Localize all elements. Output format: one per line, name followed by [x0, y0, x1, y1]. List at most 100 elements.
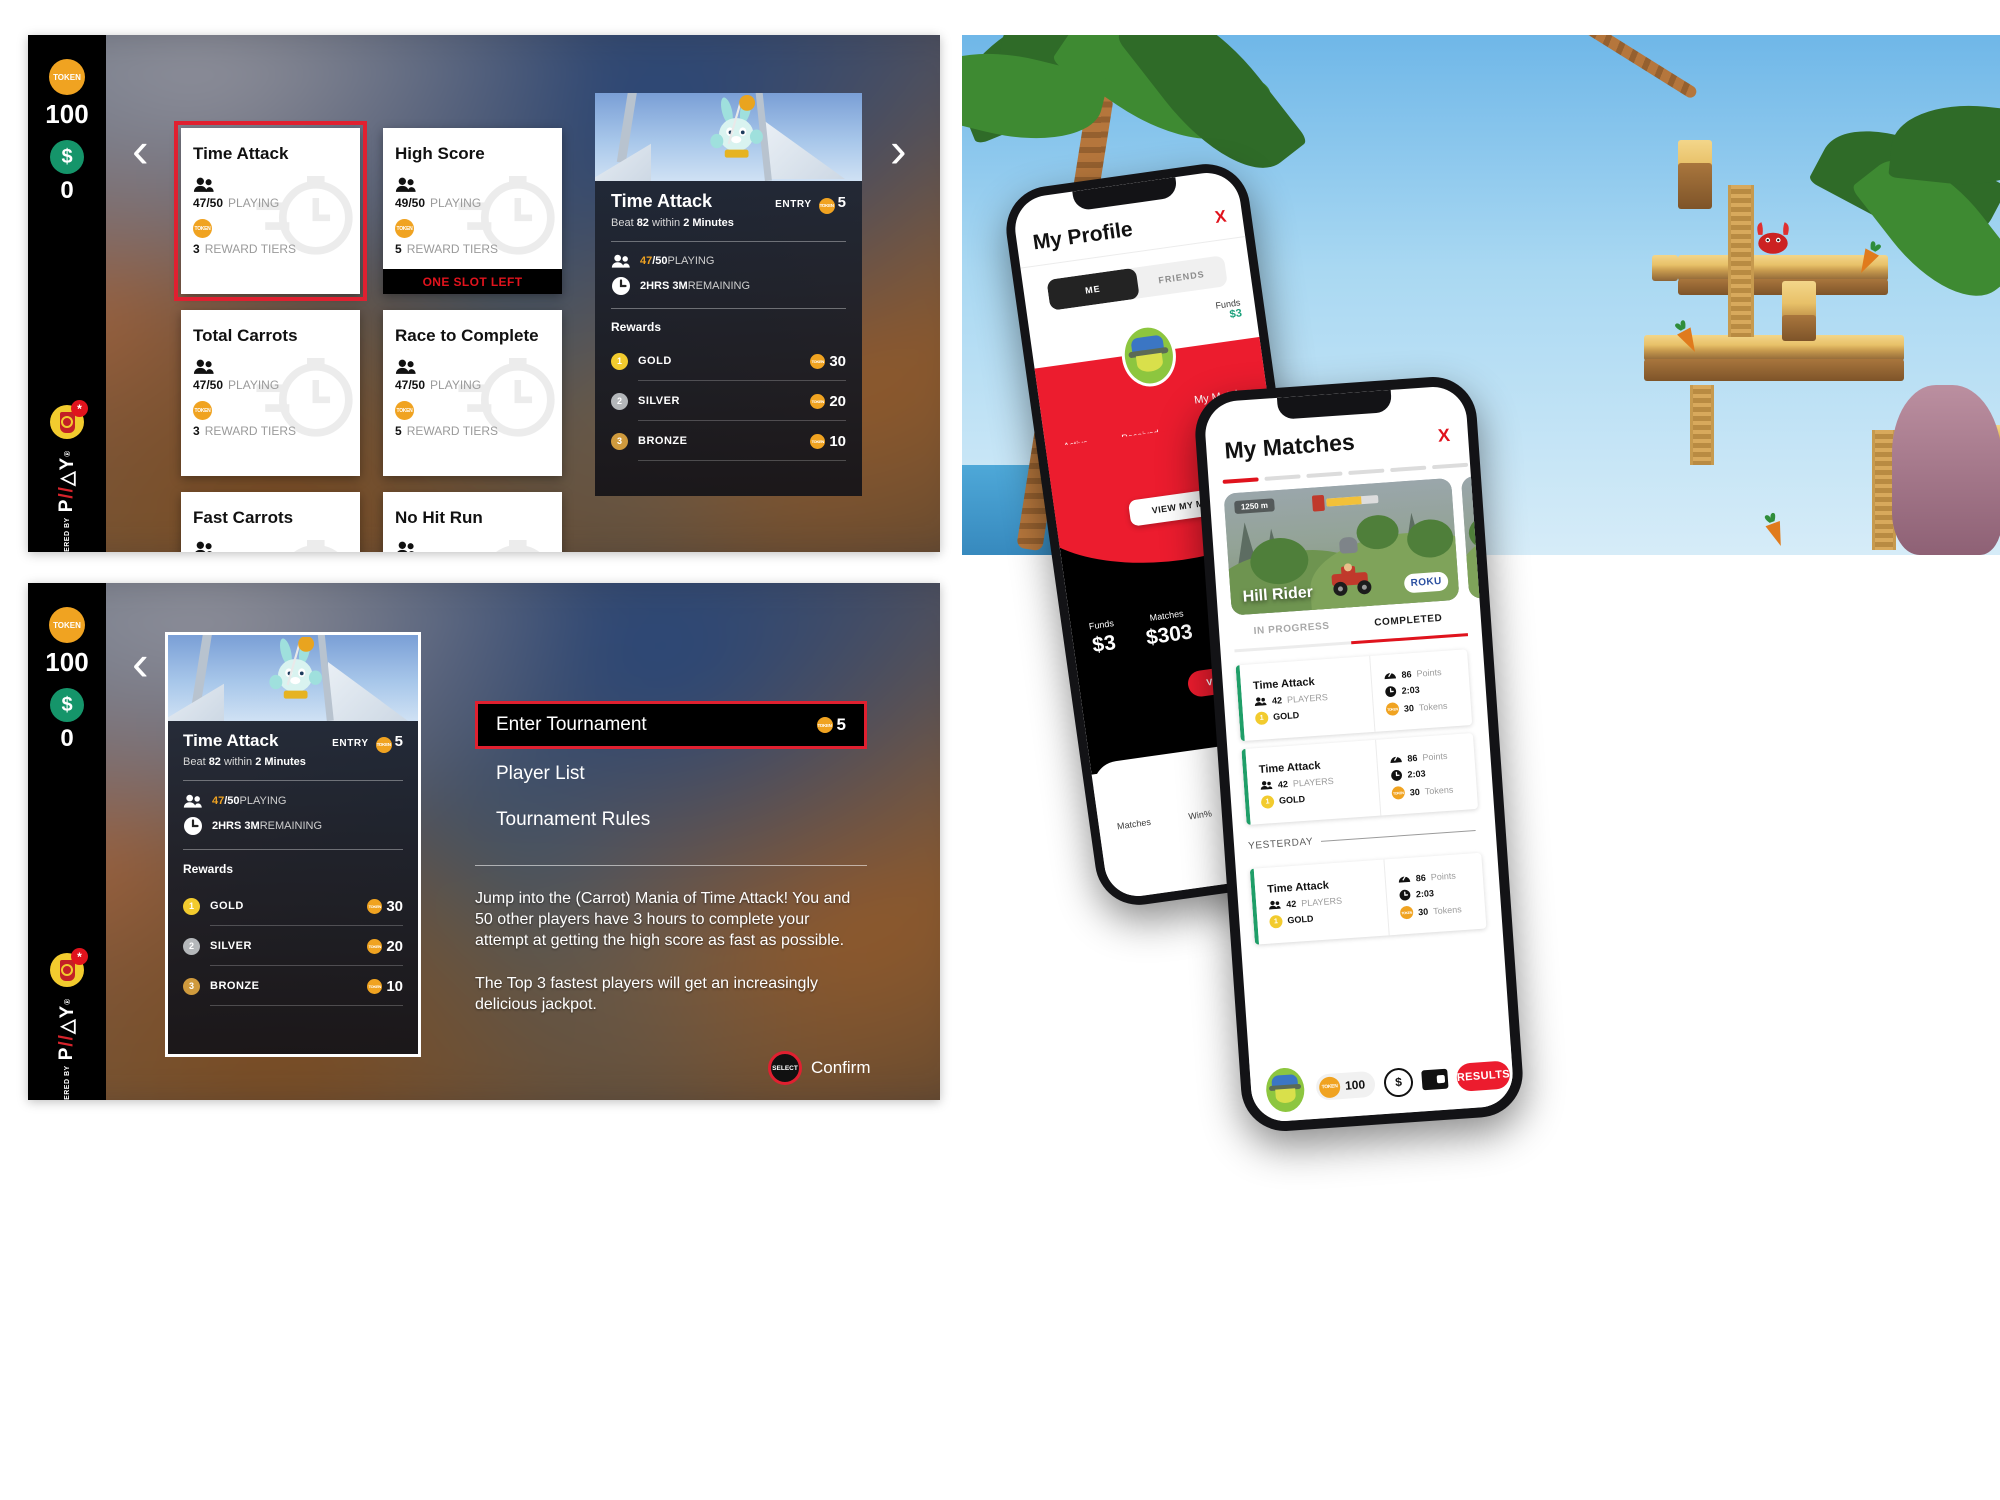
players-icon	[193, 359, 214, 374]
coin-swap-icon[interactable]: $	[1383, 1066, 1414, 1098]
clock-icon	[184, 816, 202, 835]
menu-back-button[interactable]: ‹	[132, 638, 149, 688]
notification-dot: *	[71, 948, 88, 965]
detail-entry-cost: 5	[837, 194, 846, 211]
detail-players-stat: 47/50 PLAYING	[611, 254, 846, 268]
carousel-dot[interactable]	[1348, 468, 1385, 476]
menu-item-label: Tournament Rules	[496, 809, 651, 830]
detail-players-stat: 47/50 PLAYING	[183, 794, 403, 808]
match-points: 86 Points	[1389, 748, 1475, 765]
tournament-card-race-to-complete[interactable]: Race to Complete 47/50 PLAYING TOKEN 5 R…	[383, 310, 562, 476]
token-icon: TOKEN	[367, 938, 383, 954]
players-icon	[395, 359, 416, 374]
reward-row-bronze: 3 BRONZE TOKEN 10	[183, 977, 403, 995]
token-balance-icon: TOKEN	[49, 607, 85, 643]
browse-sidebar: TOKEN 100 $ 0 * POWERED BY P//△Y ®	[28, 35, 106, 552]
carousel-dot[interactable]	[1306, 471, 1343, 478]
tab-in-progress[interactable]: IN PROGRESS	[1233, 619, 1350, 638]
reward-amount: 30	[829, 352, 846, 370]
match-points: 86 Points	[1397, 868, 1483, 885]
cash-balance-value: 0	[60, 725, 74, 752]
reward-amount: 20	[829, 392, 846, 410]
carousel-dot[interactable]	[1432, 462, 1469, 470]
page-title: My Profile	[1031, 217, 1135, 255]
powered-by-play-logo: POWERED BY P//△Y ®	[28, 450, 106, 552]
platform-badge-roku[interactable]: ROKU	[1403, 571, 1449, 594]
token-balance-pill[interactable]: TOKEN 100	[1315, 1070, 1376, 1101]
match-time: 2:03	[1384, 680, 1470, 698]
achievements-badge[interactable]: *	[28, 400, 106, 439]
carousel-dot[interactable]	[1264, 474, 1301, 481]
menu-item-player-list[interactable]: Player List	[475, 753, 867, 795]
wallet-icon[interactable]	[1421, 1068, 1449, 1091]
token-icon: TOKEN	[1399, 905, 1414, 920]
card-title: Total Carrots	[193, 326, 298, 345]
token-balance-value: 100	[45, 99, 89, 129]
tournament-card-high-score[interactable]: High Score 49/50 PLAYING TOKEN 5 REWARD …	[383, 128, 562, 294]
reward-amount: 10	[829, 432, 846, 450]
speedometer-icon	[1398, 875, 1411, 883]
token-icon: TOKEN	[810, 393, 826, 409]
match-row[interactable]: Time Attack 42 PLAYERS 1 GOLD 86 Points …	[1235, 649, 1473, 742]
phone-my-matches: My Matches X 1250 m Hill Rider ROKU IN P…	[1192, 374, 1526, 1134]
registered-mark: ®	[62, 449, 72, 457]
tv-browse-screen: TOKEN 100 $ 0 * POWERED BY P//△Y ® ‹ › T…	[28, 35, 940, 552]
ladder	[1690, 385, 1714, 465]
close-icon[interactable]: X	[1437, 424, 1450, 446]
carousel-prev-button[interactable]: ‹	[132, 125, 149, 175]
powered-by-label: POWERED BY	[63, 1065, 71, 1100]
rank-badge: 1	[1269, 914, 1283, 929]
detail-rewards-heading: Rewards	[183, 861, 234, 876]
game-card-hill-rider[interactable]: 1250 m Hill Rider ROKU	[1223, 477, 1460, 616]
tab-me[interactable]: ME	[1046, 267, 1140, 311]
reward-tier-label: SILVER	[638, 395, 680, 407]
platform-dirt	[1782, 315, 1816, 341]
card-players-count: 47/50	[193, 196, 224, 210]
menu-sidebar: TOKEN 100 $ 0 * POWERED BY P//△Y ®	[28, 583, 106, 1100]
players-icon	[397, 541, 414, 552]
tournament-card-total-carrots[interactable]: Total Carrots 47/50 PLAYING TOKEN 3 REWA…	[181, 310, 360, 476]
tournament-hero-image	[168, 635, 418, 721]
confirm-action[interactable]: SELECT Confirm	[768, 1051, 871, 1085]
carousel-dot[interactable]	[1390, 465, 1427, 473]
detail-entry-cost: 5	[394, 733, 403, 750]
detail-objective: Beat 82 within 2 Minutes	[183, 755, 306, 768]
match-row[interactable]: Time Attack 42 PLAYERS 1 GOLD 86 Points …	[1241, 733, 1479, 826]
match-row[interactable]: Time Attack 42 PLAYERS 1 GOLD 86 Points …	[1249, 852, 1487, 945]
carousel-dot-active[interactable]	[1222, 477, 1259, 484]
detail-entry-label: ENTRY	[332, 738, 369, 749]
day-separator: YESTERDAY	[1248, 825, 1476, 852]
tournament-description-paragraph-2: The Top 3 fastest players will get an in…	[475, 975, 818, 1014]
results-button[interactable]: RESULTS	[1455, 1060, 1512, 1092]
detail-rewards-heading: Rewards	[611, 319, 662, 334]
tournament-card-no-hit-run[interactable]: No Hit Run 47/50 PLAYING	[383, 492, 562, 552]
card-title: High Score	[395, 144, 485, 163]
menu-item-enter-tournament[interactable]: Enter Tournament TOKEN 5	[475, 701, 867, 749]
card-tiers-label: REWARD TIERS	[204, 424, 297, 438]
cash-balance-value: 0	[60, 177, 74, 204]
reward-tier-label: GOLD	[638, 355, 672, 367]
token-icon: TOKEN	[367, 898, 383, 914]
match-time: 2:03	[1399, 884, 1485, 902]
crab-enemy	[1757, 222, 1789, 254]
tab-completed[interactable]: COMPLETED	[1350, 611, 1467, 630]
reward-row-silver: 2 SILVER TOKEN 20	[611, 392, 846, 410]
select-button[interactable]: SELECT	[768, 1051, 802, 1085]
tournament-card-fast-carrots[interactable]: Fast Carrots 47/50 PLAYING	[181, 492, 360, 552]
reward-tier-label: SILVER	[210, 940, 252, 952]
close-icon[interactable]: X	[1214, 207, 1228, 228]
detail-time-stat: 2HRS 3M REMAINING	[183, 816, 403, 836]
card-players-count: 49/50	[395, 196, 426, 210]
token-icon: TOKEN	[1391, 785, 1406, 800]
menu-item-tournament-rules[interactable]: Tournament Rules	[475, 799, 867, 841]
achievements-badge[interactable]: *	[28, 948, 106, 987]
tournament-card-time-attack[interactable]: Time Attack 47/50 PLAYING TOKEN 3 REWARD…	[174, 121, 367, 301]
tv-menu-screen: TOKEN 100 $ 0 * POWERED BY P//△Y ® ‹ Tim…	[28, 583, 940, 1100]
card-title: Fast Carrots	[193, 508, 294, 527]
clock-icon	[612, 276, 630, 295]
tab-friends[interactable]: FRIENDS	[1135, 255, 1228, 298]
token-icon: TOKEN	[193, 401, 212, 420]
carousel-next-button[interactable]: ›	[890, 125, 907, 175]
clock-icon	[1399, 889, 1411, 901]
avatar[interactable]	[1261, 1063, 1309, 1117]
